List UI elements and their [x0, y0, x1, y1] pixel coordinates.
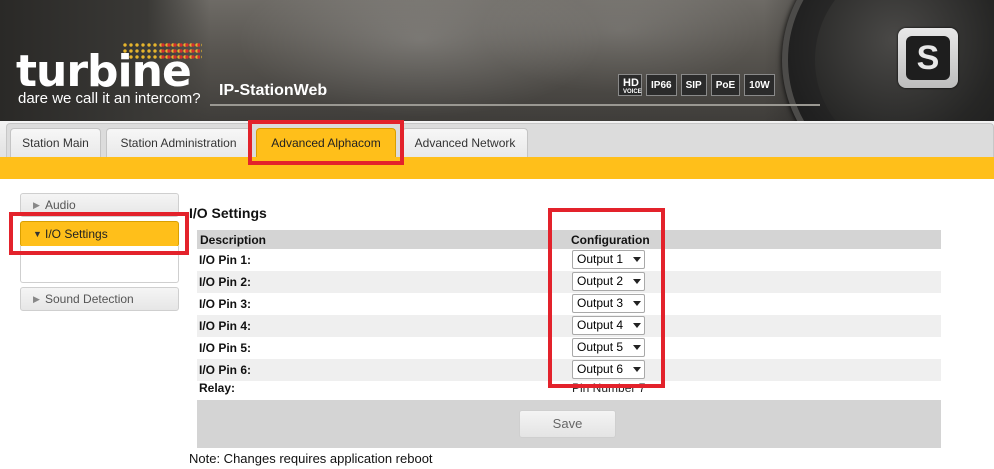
tab-station-administration[interactable]: Station Administration	[106, 128, 251, 157]
stentofon-s-icon: S	[898, 28, 958, 88]
page-title: I/O Settings	[189, 205, 267, 221]
sidebar-item-sound-detection[interactable]: ▶ Sound Detection	[20, 287, 179, 311]
save-button[interactable]: Save	[519, 410, 616, 438]
row-label: I/O Pin 4:	[199, 319, 252, 333]
sidebar-item-label: Sound Detection	[45, 292, 134, 306]
badge-sip: SIP	[680, 74, 707, 96]
column-header-description: Description	[200, 233, 267, 247]
row-label: I/O Pin 6:	[199, 363, 252, 377]
logo: turbine	[16, 46, 192, 97]
annotation-box-configuration	[548, 208, 665, 388]
header-banner: turbine dare we call it an intercom? IP-…	[0, 0, 994, 121]
header-rim-line	[210, 104, 820, 106]
save-panel: Save	[197, 400, 941, 448]
feature-badges: HD VOICE IP66 SIP PoE 10W	[618, 74, 775, 96]
row-label: I/O Pin 5:	[199, 341, 252, 355]
sidebar-item-label: Audio	[45, 198, 76, 212]
chevron-right-icon: ▶	[33, 294, 40, 304]
product-name: IP-StationWeb	[219, 82, 328, 99]
badge-hd-voice: HD VOICE	[618, 74, 642, 96]
reboot-note: Note: Changes requires application reboo…	[189, 451, 433, 466]
tab-accent-bar	[0, 157, 994, 179]
tab-advanced-network[interactable]: Advanced Network	[402, 128, 528, 157]
badge-10w: 10W	[744, 74, 775, 96]
badge-ip66: IP66	[646, 74, 677, 96]
row-label: I/O Pin 3:	[199, 297, 252, 311]
tab-station-main[interactable]: Station Main	[10, 128, 101, 157]
row-label: Relay:	[199, 381, 236, 395]
row-label: I/O Pin 2:	[199, 275, 252, 289]
annotation-box-sidebar	[9, 212, 189, 255]
row-label: I/O Pin 1:	[199, 253, 252, 267]
annotation-box-tab	[248, 120, 404, 165]
badge-poe: PoE	[710, 74, 741, 96]
tagline: dare we call it an intercom?	[18, 90, 201, 107]
